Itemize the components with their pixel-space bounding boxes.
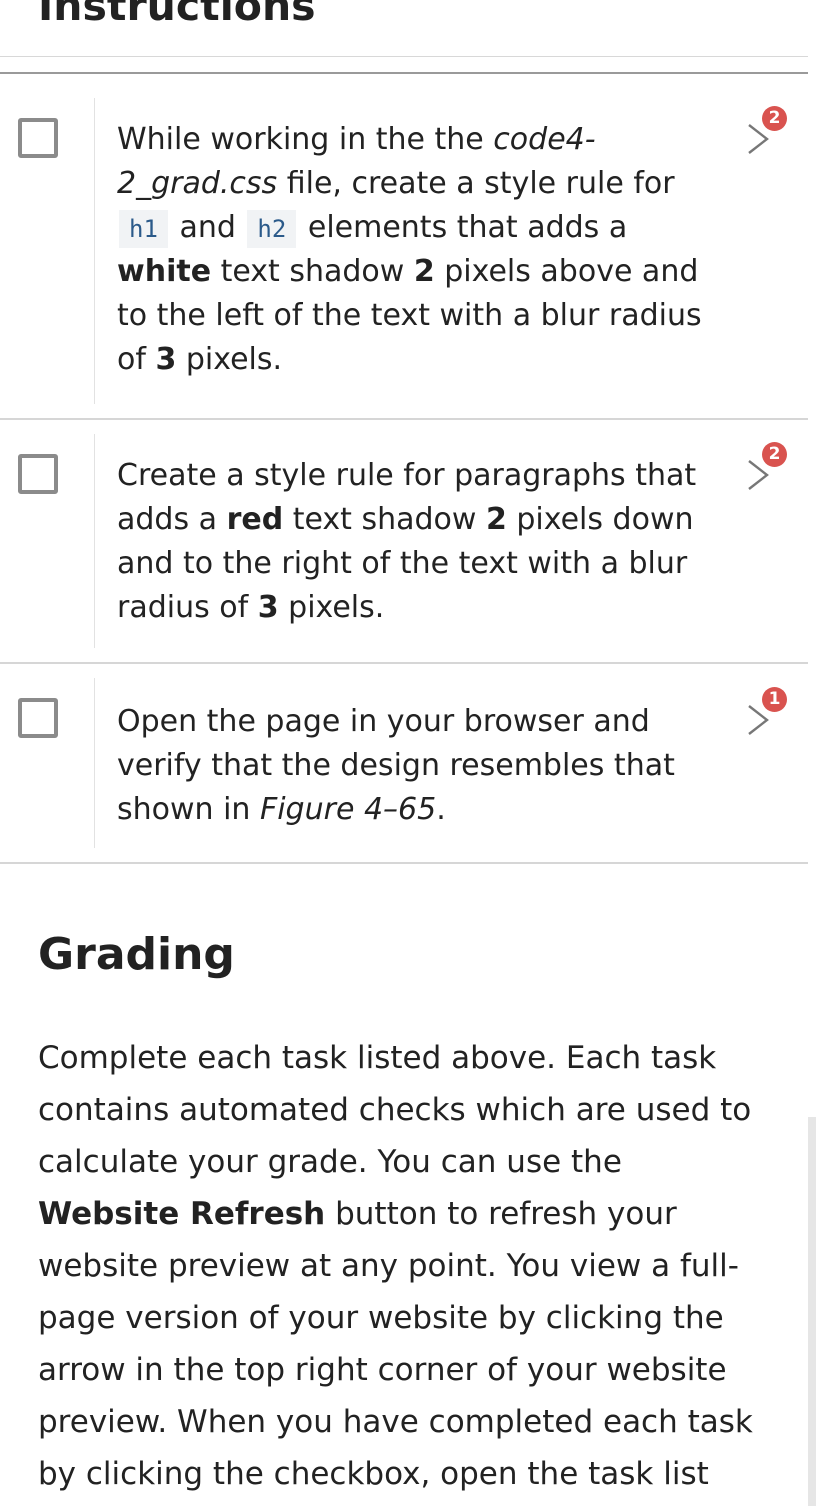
- text-run: and: [169, 210, 246, 245]
- inline-code: h2: [247, 210, 297, 248]
- italic-text: Figure 4–65: [259, 792, 437, 827]
- bold-text: red: [226, 502, 284, 537]
- text-run: file, create a style rule for: [277, 166, 675, 201]
- task-description: While working in the the code4-2_grad.cs…: [117, 118, 702, 382]
- bold-text: white: [117, 254, 212, 289]
- bold-text: Website Refresh: [38, 1196, 326, 1232]
- task-divider: [94, 98, 95, 404]
- bold-text: 2: [485, 502, 507, 537]
- text-run: elements that adds a: [298, 210, 628, 245]
- task-checkbox[interactable]: [18, 698, 58, 738]
- text-run: While working in the the: [117, 122, 494, 157]
- task-description: Create a style rule for paragraphs that …: [117, 454, 702, 630]
- grading-heading: Grading: [38, 929, 235, 980]
- check-count-badge: 2: [762, 442, 787, 467]
- text-run: Complete each task listed above. Each ta…: [38, 1040, 752, 1180]
- task-item: While working in the the code4-2_grad.cs…: [0, 74, 808, 420]
- bold-text: 3: [155, 342, 177, 377]
- task-divider: [94, 434, 95, 648]
- task-checkbox[interactable]: [18, 118, 58, 158]
- check-count-badge: 2: [762, 106, 787, 131]
- text-run: pixels.: [176, 342, 283, 377]
- bold-text: 2: [413, 254, 435, 289]
- task-description: Open the page in your browser and verify…: [117, 700, 702, 832]
- text-run: .: [436, 792, 446, 827]
- text-run: button to refresh your website preview a…: [38, 1196, 753, 1492]
- inline-code: h1: [119, 210, 168, 248]
- instructions-panel: Instructions While working in the the co…: [0, 0, 816, 1506]
- task-item: Open the page in your browser and verify…: [0, 664, 808, 864]
- text-run: pixels.: [278, 590, 385, 625]
- check-count-badge: 1: [762, 687, 787, 712]
- task-divider: [94, 678, 95, 848]
- header-divider: [0, 56, 808, 57]
- task-item: Create a style rule for paragraphs that …: [0, 420, 808, 664]
- grading-text: Complete each task listed above. Each ta…: [38, 1032, 768, 1506]
- page-title: Instructions: [38, 0, 316, 30]
- text-run: text shadow: [211, 254, 414, 289]
- task-checkbox[interactable]: [18, 454, 58, 494]
- scrollbar[interactable]: [808, 1117, 816, 1506]
- text-run: text shadow: [283, 502, 486, 537]
- bold-text: 3: [257, 590, 279, 625]
